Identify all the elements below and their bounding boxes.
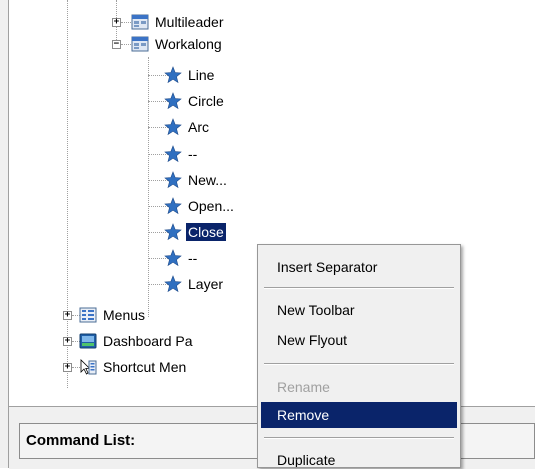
expand-dashboard-button[interactable]: + xyxy=(63,337,72,346)
tree-node-multileader[interactable]: Multileader xyxy=(131,11,225,33)
menu-separator xyxy=(264,363,454,365)
star-icon xyxy=(164,223,182,241)
menu-item-new-toolbar[interactable]: New Toolbar xyxy=(261,297,457,323)
star-icon xyxy=(164,171,182,189)
menu-item-new-flyout[interactable]: New Flyout xyxy=(261,327,457,353)
star-icon xyxy=(164,197,182,215)
tree-node-label: Circle xyxy=(188,93,224,109)
tree-node-command[interactable]: Open... xyxy=(164,195,236,217)
tree-node-command[interactable]: Line xyxy=(164,64,216,86)
tree-node-label: Shortcut Men xyxy=(103,359,187,375)
tree-node-separator[interactable]: -- xyxy=(164,143,199,165)
tree-node-command[interactable]: Arc xyxy=(164,116,211,138)
menu-item-insert-separator[interactable]: Insert Separator xyxy=(261,254,457,280)
shortcut-menu-icon xyxy=(80,359,97,375)
tree-node-command[interactable]: Circle xyxy=(164,90,226,112)
dashboard-icon xyxy=(79,333,97,349)
tree-node-separator[interactable]: -- xyxy=(164,247,199,269)
tree-node-label: Workalong xyxy=(155,36,222,52)
tree-node-dashboard-panels[interactable]: Dashboard Pa xyxy=(79,330,195,352)
menu-item-remove[interactable]: Remove xyxy=(261,402,457,428)
star-icon xyxy=(164,145,182,163)
menu-separator xyxy=(264,287,454,289)
toolbar-icon xyxy=(131,14,149,30)
star-icon xyxy=(164,92,182,110)
expand-menus-button[interactable]: + xyxy=(63,311,72,320)
tree-node-label: Close xyxy=(186,223,226,241)
tree-node-label: Menus xyxy=(103,307,146,323)
menu-item-duplicate[interactable]: Duplicate xyxy=(261,447,457,467)
expand-shortcut-menus-button[interactable]: + xyxy=(63,363,72,372)
tree-node-label: Line xyxy=(188,67,215,83)
tree-node-shortcut-menus[interactable]: Shortcut Men xyxy=(79,356,188,378)
star-icon xyxy=(164,275,182,293)
toolbar-icon xyxy=(131,36,149,52)
tree-node-label: New... xyxy=(188,172,227,188)
collapse-workalong-button[interactable]: − xyxy=(112,40,121,49)
context-menu: Insert Separator New Toolbar New Flyout … xyxy=(257,244,461,468)
tree-node-label: Open... xyxy=(188,198,234,214)
tree-node-workalong[interactable]: Workalong xyxy=(131,33,224,55)
tree-node-label: -- xyxy=(188,250,198,266)
star-icon xyxy=(164,249,182,267)
tree-node-label: -- xyxy=(188,146,198,162)
tree-node-label: Dashboard Pa xyxy=(103,333,193,349)
star-icon xyxy=(164,118,182,136)
tree-node-command-selected[interactable]: Close xyxy=(164,221,226,243)
star-icon xyxy=(164,66,182,84)
menu-separator xyxy=(264,437,454,439)
expand-multileader-button[interactable]: + xyxy=(112,18,121,27)
tree-node-label: Arc xyxy=(188,119,209,135)
tree-node-label: Multileader xyxy=(155,14,224,30)
menu-item-rename: Rename xyxy=(277,379,330,395)
tree-node-command[interactable]: Layer xyxy=(164,273,225,295)
tree-node-menus[interactable]: Menus xyxy=(79,304,147,326)
tree-node-label: Layer xyxy=(188,276,224,292)
menu-icon xyxy=(79,307,97,323)
left-border xyxy=(0,0,9,468)
tree-node-command[interactable]: New... xyxy=(164,169,229,191)
